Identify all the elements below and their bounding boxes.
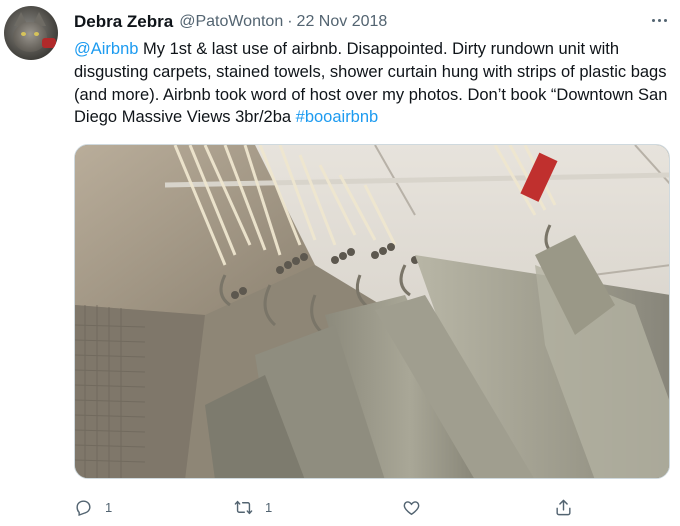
share-icon: [556, 499, 571, 515]
header-separator: ·: [287, 13, 293, 30]
reply-button[interactable]: 1: [74, 496, 112, 518]
user-handle[interactable]: @PatoWonton: [179, 13, 283, 31]
share-button[interactable]: [554, 496, 585, 518]
tweet-header: Debra Zebra @PatoWonton · 22 Nov 2018: [74, 11, 387, 33]
more-dot: [651, 18, 655, 22]
avatar-eye: [21, 32, 26, 36]
reply-count: 1: [105, 499, 113, 515]
hashtag-link[interactable]: #booairbnb: [296, 108, 379, 126]
mention-link[interactable]: @Airbnb: [74, 40, 138, 58]
cat-avatar-icon[interactable]: [4, 6, 58, 60]
reply-icon: [76, 499, 91, 516]
tweet-photo: [75, 145, 669, 478]
retweet-count: 1: [265, 499, 273, 515]
tweet-text: @Airbnb My 1st & last use of airbnb. Dis…: [74, 38, 674, 129]
more-dot: [663, 18, 667, 22]
like-icon: [403, 500, 420, 515]
avatar-eye: [34, 32, 39, 36]
retweet-icon: [234, 500, 253, 514]
avatar-detail: [42, 38, 56, 48]
avatar-face: [13, 22, 47, 52]
more-dot: [657, 18, 661, 22]
tweet[interactable]: Debra Zebra @PatoWonton · 22 Nov 2018 @A…: [0, 0, 680, 526]
retweet-button[interactable]: 1: [234, 496, 272, 518]
display-name[interactable]: Debra Zebra: [74, 12, 173, 32]
tweet-date[interactable]: 22 Nov 2018: [297, 13, 388, 31]
shower-curtain-photo[interactable]: [74, 144, 670, 479]
like-button[interactable]: [402, 496, 433, 518]
more-options-button[interactable]: [646, 10, 672, 30]
tweet-actions: 1 1: [74, 496, 674, 518]
